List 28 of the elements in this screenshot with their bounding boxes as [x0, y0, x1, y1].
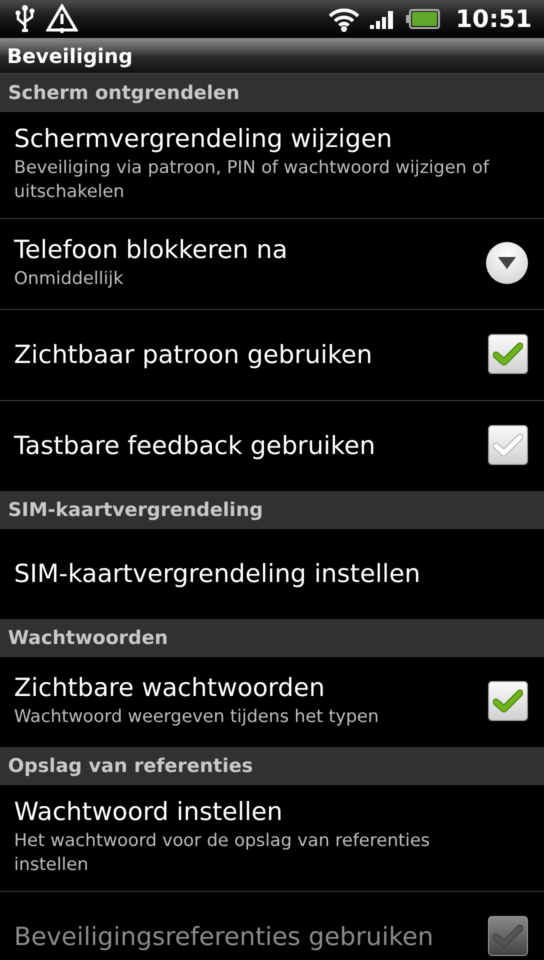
setting-summary: Beveiliging via patroon, PIN of wachtwoord wijzigen of uitschakelen — [14, 157, 490, 204]
checkbox[interactable] — [488, 681, 528, 721]
setting-summary: Het wachtwoord voor de opslag van referenties instellen — [14, 830, 431, 877]
setting-title: Wachtwoord instellen — [14, 797, 284, 826]
caret-icon — [497, 256, 517, 270]
signal-icon — [370, 8, 396, 30]
setting-title: Zichtbaar patroon gebruiken — [14, 340, 374, 368]
wifi-icon — [328, 6, 360, 32]
setting-title: Beveiligingsreferenties gebruiken — [14, 922, 434, 950]
section-header: Opslag van referenties — [8, 754, 253, 776]
dropdown-button[interactable] — [486, 242, 528, 284]
checkbox[interactable] — [488, 425, 528, 465]
setting-title: Tastbare feedback gebruiken — [14, 430, 376, 460]
setting-summary: Onmiddellijk — [14, 268, 124, 291]
setting-title: Schermvergrendeling wijzigen — [14, 124, 394, 153]
usb-icon — [14, 5, 36, 33]
warning-icon — [46, 4, 78, 34]
setting-summary: Wachtwoord weergeven tijdens het typen — [14, 706, 380, 729]
setting-title: Telefoon blokkeren na — [14, 235, 289, 264]
setting-title: Zichtbare wachtwoorden — [14, 673, 326, 702]
setting-title: SIM-kaartvergrendeling instellen — [14, 558, 422, 588]
screen-title: Beveiliging — [7, 44, 133, 68]
battery-icon — [406, 9, 440, 29]
clock: 10:51 — [456, 5, 532, 33]
section-header: Wachtwoorden — [8, 626, 168, 648]
section-header: SIM-kaartvergrendeling — [8, 498, 263, 520]
section-header: Scherm ontgrendelen — [8, 82, 240, 104]
checkbox[interactable] — [488, 334, 528, 374]
